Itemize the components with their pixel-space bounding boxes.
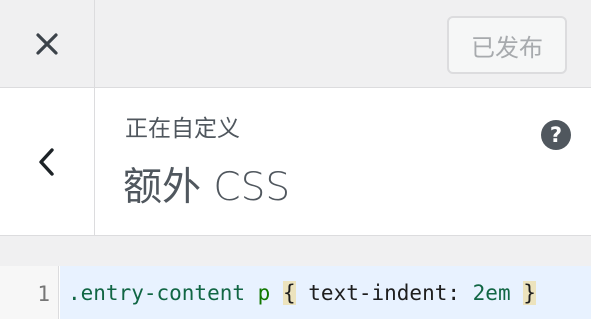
back-button[interactable] bbox=[0, 88, 95, 235]
open-brace: { bbox=[282, 281, 296, 305]
breadcrumb: 正在自定义 bbox=[125, 116, 240, 142]
code-text: .entry-content p { text-indent: 2em } bbox=[68, 281, 536, 305]
help-icon[interactable]: ? bbox=[541, 120, 571, 150]
code-line[interactable]: .entry-content p { text-indent: 2em } bbox=[60, 266, 591, 319]
line-number: 1 bbox=[37, 282, 50, 306]
css-code-editor[interactable]: 1 .entry-content p { text-indent: 2em } bbox=[0, 266, 591, 319]
css-tag: p bbox=[257, 281, 271, 305]
close-icon bbox=[36, 32, 58, 55]
css-selector: .entry-content bbox=[68, 281, 246, 305]
customizer-header: 已发布 bbox=[0, 0, 591, 88]
publish-button[interactable]: 已发布 bbox=[447, 16, 567, 74]
css-declaration: text-indent: bbox=[295, 281, 473, 305]
spacer bbox=[0, 236, 591, 266]
chevron-left-icon bbox=[39, 147, 54, 176]
close-button[interactable] bbox=[0, 0, 95, 87]
line-gutter: 1 bbox=[0, 266, 59, 319]
section-header: 正在自定义 ? bbox=[0, 88, 591, 236]
css-value: 2em bbox=[472, 281, 511, 305]
page-title: 额外 CSS bbox=[123, 165, 291, 210]
close-brace: } bbox=[523, 281, 536, 305]
